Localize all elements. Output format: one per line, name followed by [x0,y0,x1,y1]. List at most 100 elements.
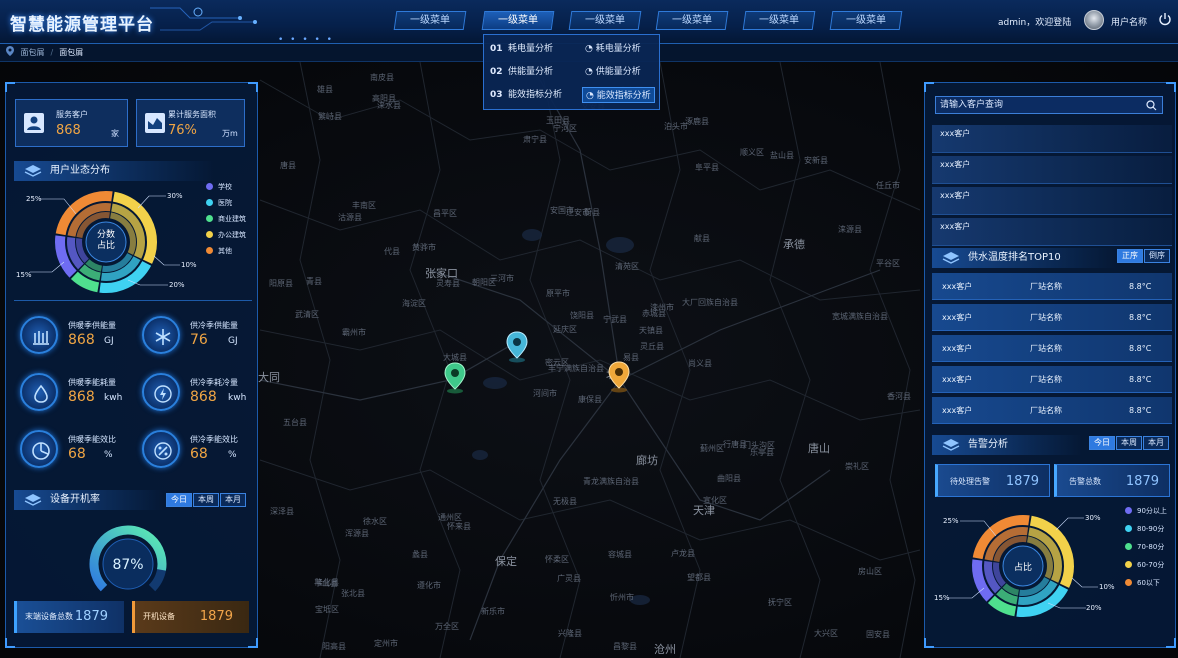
stat-service-customers[interactable]: 服务客户 868 家 [15,99,128,147]
breadcrumb-separator: / [50,48,54,57]
rank-row[interactable]: xxx客户 厂站名称 8.8°C [932,335,1172,362]
dropdown-sub-label: 耗电量分析 [595,44,641,54]
search-icon[interactable] [1146,100,1157,111]
metric-unit: % [104,450,113,460]
metric-icon-badge [20,316,58,354]
username[interactable]: 用户名称 [1111,15,1147,28]
tab-week[interactable]: 本周 [1116,436,1142,450]
map-county-label: 迁安市 [566,208,590,217]
total-devices-box[interactable]: 末端设备总数 1879 [14,601,124,633]
rank-row[interactable]: xxx客户 厂站名称 8.8°C [932,304,1172,331]
legend-item[interactable]: 办公建筑 [206,230,246,240]
dropdown-sub-item-2[interactable]: ◔ 供能量分析 [582,64,644,80]
breadcrumb-item-2[interactable]: 面包屑 [59,48,83,57]
alert-period-tabs: 今日 本周 本月 [1089,436,1170,450]
map-county-label: 万全区 [435,622,459,631]
tab-today[interactable]: 今日 [1089,436,1115,450]
map-county-label: 忻州市 [610,593,634,602]
customer-name: xxx客户 [940,129,971,138]
top-menu-item-6[interactable]: 一级菜单 [829,11,903,30]
legend-item[interactable]: 80-90分 [1125,524,1164,534]
metric-unit: GJ [104,336,114,346]
legend-dot-icon [206,231,213,238]
dropdown-item-2[interactable]: 02 供能量分析 [490,62,553,82]
lightning-icon [154,385,172,403]
customer-list-item[interactable]: xxx客户 [932,218,1172,246]
legend-label: 商业建筑 [218,215,246,223]
dropdown-item-1[interactable]: 01 耗电量分析 [490,39,553,59]
user-avatar[interactable] [1084,10,1104,30]
user-card-icon [24,113,44,133]
top-menu-item-1[interactable]: 一级菜单 [393,11,467,30]
map-pin-orange[interactable] [608,361,630,393]
total-alerts-box[interactable]: 告警总数 1879 [1054,464,1170,497]
menu-label: 一级菜单 [585,15,625,26]
map-county-label: 青县 [306,277,322,286]
tab-descending[interactable]: 倒序 [1144,249,1170,263]
legend-item[interactable]: 学校 [206,182,232,192]
customer-search-input[interactable]: 请输入客户查询 [935,96,1163,114]
layers-icon [24,494,42,506]
customer-name: xxx客户 [940,222,971,231]
map-county-label: 望都县 [687,573,711,582]
map-county-label: 抚宁区 [768,598,792,607]
map-county-label: 原平市 [546,289,570,298]
top-menu-item-4[interactable]: 一级菜单 [655,11,729,30]
device-period-tabs: 今日 本周 本月 [166,493,247,507]
map-county-label: 饶阳县 [570,311,594,320]
clock-icon: ◔ [585,44,596,54]
legend-item[interactable]: 60-70分 [1125,560,1164,570]
foot-label: 末端设备总数 [25,612,73,621]
map-county-label: 固安县 [866,630,890,639]
metric-value: 868 [190,389,217,405]
snowflake-icon [155,329,171,345]
top-menu-item-2[interactable]: 一级菜单 [481,11,555,30]
legend-item[interactable]: 90分以上 [1125,506,1167,516]
legend-item[interactable]: 商业建筑 [206,214,246,224]
legend-item[interactable]: 其他 [206,246,232,256]
customer-list-item[interactable]: xxx客户 [932,125,1172,153]
rank-temp: 8.8°C [1129,406,1152,415]
map-county-label: 定州市 [374,639,398,648]
dropdown-sub-item-3[interactable]: ◔ 能效指标分析 [582,87,655,103]
rank-row[interactable]: xxx客户 厂站名称 8.8°C [932,366,1172,393]
legend-item[interactable]: 医院 [206,198,232,208]
tab-month[interactable]: 本月 [220,493,246,507]
legend-label: 办公建筑 [218,231,246,239]
tab-month[interactable]: 本月 [1143,436,1169,450]
legend-item[interactable]: 60以下 [1125,578,1160,588]
map-pin-green[interactable] [444,362,466,394]
map-county-label: 深泽县 [270,507,294,516]
running-devices-box[interactable]: 开机设备 1879 [132,601,249,633]
tab-ascending[interactable]: 正序 [1117,249,1143,263]
metric-icon-badge [142,430,180,468]
dropdown-sub-label: 能效指标分析 [596,91,651,101]
metric-value: 868 [68,389,95,405]
customer-list-item[interactable]: xxx客户 [932,156,1172,184]
top-menu-item-5[interactable]: 一级菜单 [742,11,816,30]
legend-item[interactable]: 70-80分 [1125,542,1164,552]
water-drop-icon [34,384,48,403]
tab-week[interactable]: 本周 [193,493,219,507]
map-county-label: 丰南区 [352,201,376,210]
stat-value: 76% [168,123,197,138]
map-pin-teal[interactable] [506,331,528,363]
stat-service-area[interactable]: 累计服务面积 76% 万m [136,99,245,147]
breadcrumb-item-1[interactable]: 面包屑 [21,48,45,57]
rank-row[interactable]: xxx客户 厂站名称 8.8°C [932,397,1172,424]
metric-icon-badge [142,316,180,354]
map-county-label: 宽城满族自治县 [832,312,888,321]
stat-unit: 家 [111,129,119,138]
menu-label: 一级菜单 [672,15,712,26]
top-menu-item-3[interactable]: 一级菜单 [568,11,642,30]
map-city-label: 承德 [783,238,805,251]
metric-value: 68 [190,446,208,462]
tab-today[interactable]: 今日 [166,493,192,507]
rank-row[interactable]: xxx客户 厂站名称 8.8°C [932,273,1172,300]
dropdown-item-3[interactable]: 03 能效指标分析 [490,85,562,105]
dropdown-sub-item-1[interactable]: ◔ 耗电量分析 [582,41,644,57]
pending-alerts-box[interactable]: 待处理告警 1879 [935,464,1050,497]
power-icon[interactable] [1158,12,1172,26]
customer-list-item[interactable]: xxx客户 [932,187,1172,215]
dropdown-num: 03 [490,90,503,100]
